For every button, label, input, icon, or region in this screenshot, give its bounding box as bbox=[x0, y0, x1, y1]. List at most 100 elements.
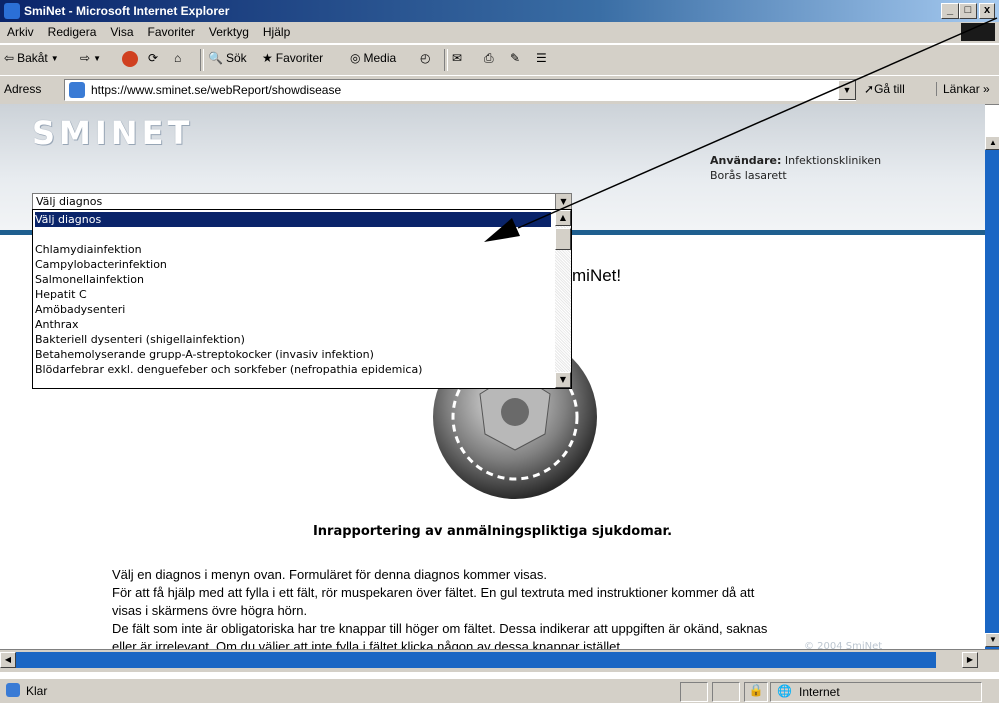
address-label: Adress bbox=[4, 82, 42, 96]
user-label: Användare: bbox=[710, 154, 782, 167]
print-button[interactable]: ⎙ bbox=[484, 51, 494, 66]
history-button[interactable]: ◴ bbox=[420, 51, 430, 65]
home-button[interactable]: ⌂ bbox=[174, 51, 181, 65]
history-icon: ◴ bbox=[420, 51, 431, 65]
discuss-button[interactable]: ☰ bbox=[536, 51, 547, 65]
scroll-up-icon[interactable]: ▲ bbox=[985, 136, 999, 150]
search-button[interactable]: 🔍 Sök bbox=[208, 51, 247, 65]
address-input[interactable]: https://www.sminet.se/webReport/showdise… bbox=[64, 79, 856, 101]
horizontal-scroll-thumb[interactable] bbox=[16, 652, 936, 668]
links-button[interactable]: Länkar » bbox=[936, 82, 990, 96]
chevron-right-icon: » bbox=[983, 82, 990, 96]
discuss-icon: ☰ bbox=[536, 51, 547, 65]
stop-button[interactable] bbox=[122, 51, 138, 67]
scroll-down-icon[interactable]: ▼ bbox=[985, 633, 999, 647]
instruction-text: De fält som inte är obligatoriska har tr… bbox=[112, 621, 768, 636]
chevron-down-icon[interactable]: ▼ bbox=[555, 194, 571, 210]
diagnosis-option[interactable]: Betahemolyserande grupp-A-streptokocker … bbox=[35, 347, 374, 362]
go-arrow-icon: ➚ bbox=[864, 82, 875, 96]
go-button[interactable]: ➚Gå till bbox=[864, 82, 905, 96]
back-label: Bakåt bbox=[17, 51, 48, 65]
status-bar: Klar 🔒 🌐 Internet bbox=[0, 678, 999, 703]
page-content: SMINET Användare: Infektionskliniken Bor… bbox=[0, 104, 985, 649]
menu-hjalp[interactable]: Hjälp bbox=[256, 22, 297, 39]
go-label: Gå till bbox=[874, 82, 905, 96]
print-icon: ⎙ bbox=[484, 51, 494, 65]
menu-arkiv[interactable]: Arkiv bbox=[0, 22, 41, 39]
welcome-heading: miNet! bbox=[572, 266, 622, 285]
close-button[interactable]: x bbox=[979, 3, 995, 19]
instruction-text: visas i skärmens övre högra hörn. bbox=[112, 603, 308, 618]
scroll-left-icon[interactable]: ◀ bbox=[0, 652, 16, 668]
user-info: Användare: Infektionskliniken Borås lasa… bbox=[710, 153, 881, 183]
page-subtitle: Inrapportering av anmälningspliktiga sju… bbox=[312, 524, 673, 539]
diagnosis-option[interactable]: Bakteriell dysenteri (shigellainfektion) bbox=[35, 332, 245, 347]
diagnosis-option[interactable]: Hepatit C bbox=[35, 287, 87, 302]
home-icon: ⌂ bbox=[174, 51, 182, 65]
back-button[interactable]: ⇦ Bakåt ▼ bbox=[4, 51, 59, 65]
ie-logo-icon bbox=[4, 3, 20, 19]
mail-button[interactable]: ✉ bbox=[452, 51, 462, 65]
copyright: © 2004 SmiNet bbox=[804, 641, 883, 649]
refresh-button[interactable]: ⟳ bbox=[148, 51, 158, 65]
menu-redigera[interactable]: Redigera bbox=[41, 22, 104, 39]
search-icon: 🔍 bbox=[208, 51, 223, 65]
dropdown-scrollbar[interactable]: ▲ ▼ bbox=[555, 210, 571, 388]
forward-button[interactable]: ⇨ ▼ bbox=[80, 51, 101, 65]
address-dropdown-button[interactable]: ▼ bbox=[838, 80, 856, 100]
menu-bar: Arkiv Redigera Visa Favoriter Verktyg Hjälp bbox=[0, 22, 999, 44]
diagnosis-dropdown-list: Välj diagnos Chlamydiainfektion Campylob… bbox=[32, 209, 572, 389]
minimize-button[interactable]: _ bbox=[941, 3, 959, 19]
links-label: Länkar bbox=[943, 82, 980, 96]
scroll-right-icon[interactable]: ▶ bbox=[962, 652, 978, 668]
toolbar-divider bbox=[444, 49, 448, 71]
user-org: Borås lasarett bbox=[710, 169, 787, 182]
page-status-icon bbox=[6, 683, 20, 697]
instruction-text: För att få hjälp med att fylla i ett fäl… bbox=[112, 585, 755, 600]
scroll-up-icon[interactable]: ▲ bbox=[555, 210, 571, 226]
toolbar-divider bbox=[200, 49, 204, 71]
toolbar: ⇦ Bakåt ▼ ⇨ ▼ ⟳ ⌂ 🔍 Sök ★ Favoriter ◎ Media ◴ … bbox=[0, 44, 999, 76]
refresh-icon: ⟳ bbox=[148, 51, 159, 65]
instruction-text: Välj en diagnos i menyn ovan. Formuläret… bbox=[112, 567, 547, 582]
menu-visa[interactable]: Visa bbox=[103, 22, 140, 39]
media-button[interactable]: ◎ Media bbox=[350, 51, 396, 65]
diagnosis-option[interactable]: Blödarfebrar exkl. denguefeber och sorkf… bbox=[35, 362, 422, 377]
diagnosis-option[interactable]: Anthrax bbox=[35, 317, 79, 332]
diagnosis-option[interactable]: Campylobacterinfektion bbox=[35, 257, 167, 272]
page-icon bbox=[69, 82, 85, 98]
favorites-label: Favoriter bbox=[275, 51, 324, 65]
status-text: Klar bbox=[26, 684, 48, 698]
edit-icon: ✎ bbox=[510, 51, 521, 65]
window-title-bar[interactable]: SmiNet - Microsoft Internet Explorer _ □… bbox=[0, 0, 999, 22]
media-label: Media bbox=[363, 51, 397, 65]
status-cell bbox=[680, 682, 708, 702]
diagnosis-select-value: Välj diagnos bbox=[36, 195, 103, 208]
maximize-button[interactable]: □ bbox=[959, 3, 977, 19]
windows-logo-icon bbox=[961, 23, 995, 41]
globe-icon: 🌐 bbox=[777, 684, 792, 698]
scroll-down-icon[interactable]: ▼ bbox=[555, 372, 571, 388]
favorites-button[interactable]: ★ Favoriter bbox=[262, 51, 323, 65]
diagnosis-option[interactable]: Amöbadysenteri bbox=[35, 302, 125, 317]
diagnosis-option[interactable]: Välj diagnos bbox=[35, 212, 551, 227]
dropdown-scroll-thumb[interactable] bbox=[555, 228, 571, 250]
menu-verktyg[interactable]: Verktyg bbox=[202, 22, 256, 39]
diagnosis-option[interactable]: Salmonellainfektion bbox=[35, 272, 144, 287]
media-icon: ◎ bbox=[350, 51, 361, 65]
chevron-down-icon: ▼ bbox=[50, 53, 59, 63]
diagnosis-option[interactable]: Chlamydiainfektion bbox=[35, 242, 142, 257]
chevron-down-icon: ▼ bbox=[93, 53, 101, 63]
status-cell bbox=[712, 682, 740, 702]
stop-icon bbox=[122, 51, 138, 67]
favorites-icon: ★ bbox=[262, 51, 273, 65]
zone-cell: 🌐 Internet bbox=[770, 682, 982, 702]
back-arrow-icon: ⇦ bbox=[4, 51, 15, 65]
search-label: Sök bbox=[225, 51, 247, 65]
user-name: Infektionskliniken bbox=[784, 154, 882, 167]
menu-favoriter[interactable]: Favoriter bbox=[141, 22, 202, 39]
vertical-scrollbar[interactable]: ▲ ▼ bbox=[985, 136, 999, 649]
sminet-logo: SMINET bbox=[32, 114, 194, 152]
edit-button[interactable]: ✎ bbox=[510, 51, 520, 65]
forward-arrow-icon: ⇨ bbox=[80, 51, 91, 65]
